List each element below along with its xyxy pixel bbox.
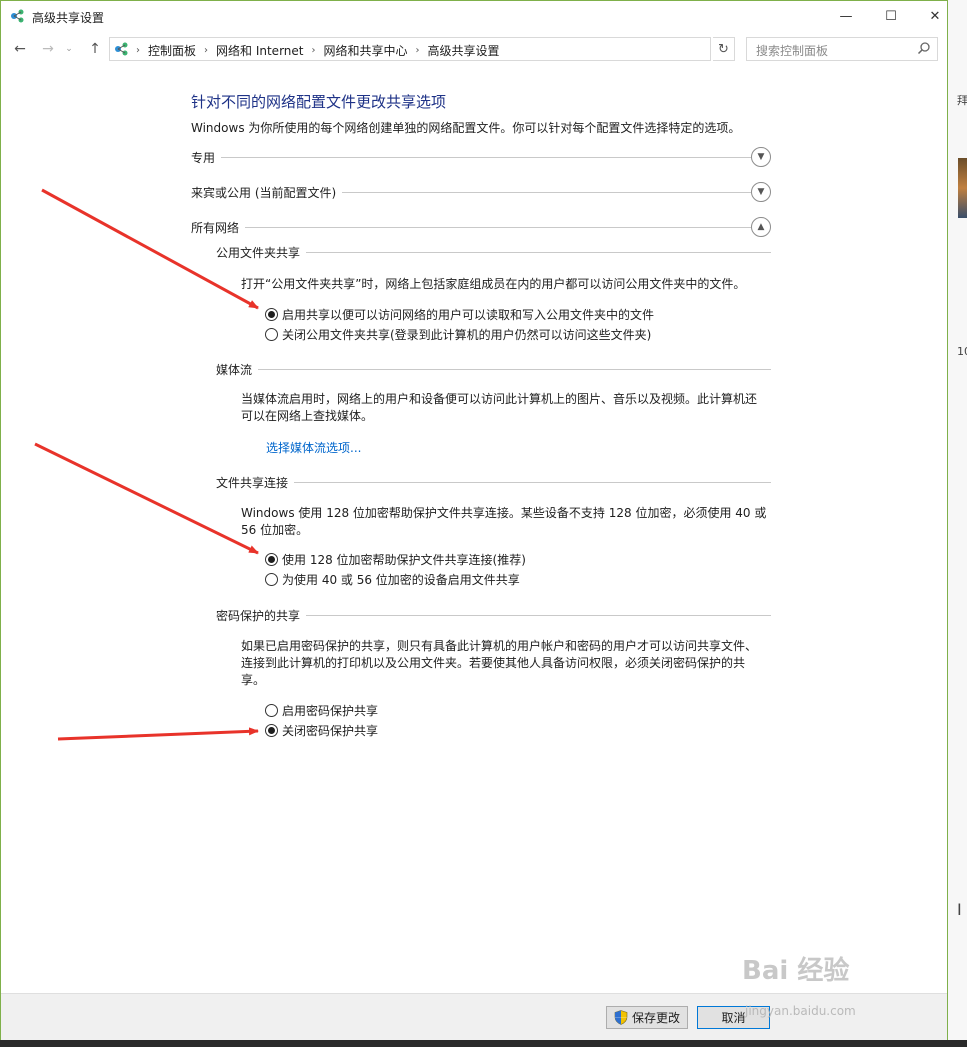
public-folder-title: 公用文件夹共享 (216, 244, 307, 261)
password-section-header: 密码保护的共享 (216, 607, 771, 624)
divider (216, 482, 771, 483)
chevron-right-icon: › (415, 45, 420, 56)
window-title: 高级共享设置 (32, 11, 105, 25)
breadcrumb-network-sharing-center[interactable]: 网络和共享中心 (323, 42, 407, 59)
file-sharing-section-header: 文件共享连接 (216, 474, 771, 491)
media-title: 媒体流 (216, 361, 259, 378)
recent-locations-chevron-icon[interactable]: ⌄ (63, 39, 75, 59)
password-on-label[interactable]: 启用密码保护共享 (282, 702, 378, 719)
file-sharing-title: 文件共享连接 (216, 474, 295, 491)
profile-private-label: 专用 (191, 149, 222, 166)
watermark-url: jingyan.baidu.com (745, 1004, 856, 1018)
password-off-label[interactable]: 关闭密码保护共享 (282, 722, 378, 739)
profile-all-networks-label: 所有网络 (191, 219, 246, 236)
divider (216, 369, 771, 370)
breadcrumb-advanced-sharing[interactable]: 高级共享设置 (428, 42, 500, 59)
file-sharing-description: Windows 使用 128 位加密帮助保护文件共享连接。某些设备不支持 128… (241, 505, 771, 539)
background-thumbnail (958, 158, 967, 218)
profile-guest-row[interactable]: 来宾或公用 (当前配置文件) ▼ (191, 182, 771, 202)
save-changes-button[interactable]: 保存更改 (606, 1006, 688, 1029)
file-sharing-desc-line1: Windows 使用 128 位加密帮助保护文件共享连接。某些设备不支持 128… (241, 506, 767, 520)
main-content: 针对不同的网络配置文件更改共享选项 Windows 为你所使用的每个网络创建单独… (1, 65, 947, 993)
password-title: 密码保护的共享 (216, 607, 307, 624)
password-desc-line1: 如果已启用密码保护的共享，则只有具备此计算机的用户帐户和密码的用户才可以访问共享… (241, 639, 758, 653)
taskbar-edge (0, 1040, 967, 1047)
shield-icon (614, 1010, 628, 1025)
address-bar[interactable]: › 控制面板 › 网络和 Internet › 网络和共享中心 › 高级共享设置… (109, 37, 810, 61)
minimize-button[interactable]: — (823, 1, 869, 31)
background-text: I (957, 900, 962, 919)
chevron-right-icon: › (204, 45, 209, 56)
encryption-128-label[interactable]: 使用 128 位加密帮助保护文件共享连接(推荐) (282, 551, 526, 568)
background-text: 10 (957, 345, 967, 358)
divider (191, 227, 751, 228)
radio-button-selected[interactable] (265, 724, 278, 737)
media-options-link[interactable]: 选择媒体流选项... (266, 439, 361, 456)
up-arrow-icon[interactable]: ↑ (85, 39, 105, 59)
radio-button-selected[interactable] (265, 553, 278, 566)
intro-text: Windows 为你所使用的每个网络创建单独的网络配置文件。你可以针对每个配置文… (191, 121, 741, 135)
radio-button[interactable] (265, 573, 278, 586)
chevron-right-icon: › (311, 45, 316, 56)
network-icon (11, 9, 24, 23)
baidu-watermark: Bai 经验 (742, 956, 850, 986)
public-folder-section-header: 公用文件夹共享 (216, 244, 771, 261)
radio-button[interactable] (265, 328, 278, 341)
navigation-bar: ← → ⌄ ↑ › 控制面板 › 网络和 Internet › 网络和共享中心 … (1, 33, 947, 65)
encryption-128-option[interactable]: 使用 128 位加密帮助保护文件共享连接(推荐) (265, 551, 526, 568)
breadcrumb-control-panel[interactable]: 控制面板 (148, 42, 196, 59)
chevron-down-icon[interactable]: ▼ (751, 182, 771, 202)
breadcrumb-network-internet[interactable]: 网络和 Internet (216, 42, 303, 59)
public-folder-on-option[interactable]: 启用共享以便可以访问网络的用户可以读取和写入公用文件夹中的文件 (265, 306, 654, 323)
media-desc-line1: 当媒体流启用时，网络上的用户和设备便可以访问此计算机上的图片、音乐以及视频。此计… (241, 392, 758, 406)
password-on-option[interactable]: 启用密码保护共享 (265, 702, 378, 719)
profile-all-networks-row[interactable]: 所有网络 ▲ (191, 217, 771, 237)
search-placeholder: 搜索控制面板 (756, 44, 829, 58)
encryption-40-option[interactable]: 为使用 40 或 56 位加密的设备启用文件共享 (265, 571, 520, 588)
search-input[interactable]: 搜索控制面板 (746, 37, 938, 61)
advanced-sharing-window: 高级共享设置 — ☐ ✕ ← → ⌄ ↑ › 控制面板 › 网络和 Intern… (0, 0, 948, 1040)
network-icon (115, 42, 128, 56)
radio-button-selected[interactable] (265, 308, 278, 321)
radio-button[interactable] (265, 704, 278, 717)
forward-arrow-icon[interactable]: → (38, 39, 58, 59)
save-changes-label: 保存更改 (631, 1011, 680, 1025)
maximize-button[interactable]: ☐ (868, 1, 914, 31)
profile-private-row[interactable]: 专用 ▼ (191, 147, 771, 167)
back-arrow-icon[interactable]: ← (10, 39, 30, 59)
password-desc-line3: 享。 (241, 673, 266, 687)
password-off-option[interactable]: 关闭密码保护共享 (265, 722, 378, 739)
password-description: 如果已启用密码保护的共享，则只有具备此计算机的用户帐户和密码的用户才可以访问共享… (241, 638, 771, 689)
media-section-header: 媒体流 (216, 361, 771, 378)
media-description: 当媒体流启用时，网络上的用户和设备便可以访问此计算机上的图片、音乐以及视频。此计… (241, 391, 771, 425)
chevron-right-icon: › (136, 45, 140, 56)
media-desc-line2: 可以在网络上查找媒体。 (241, 409, 374, 423)
background-text: 拜 (957, 94, 967, 107)
file-sharing-desc-line2: 56 位加密。 (241, 523, 309, 537)
title-bar: 高级共享设置 — ☐ ✕ (1, 1, 947, 32)
search-icon[interactable] (917, 41, 931, 55)
password-desc-line2: 连接到此计算机的打印机以及公用文件夹。若要使其他人具备访问权限，必须关闭密码保护… (241, 656, 746, 670)
public-folder-description: 打开“公用文件夹共享”时，网络上包括家庭组成员在内的用户都可以访问公用文件夹中的… (241, 277, 746, 291)
encryption-40-label[interactable]: 为使用 40 或 56 位加密的设备启用文件共享 (282, 571, 520, 588)
refresh-icon[interactable]: ↻ (713, 37, 735, 61)
chevron-down-icon[interactable]: ▼ (751, 147, 771, 167)
divider (191, 157, 751, 158)
profile-guest-label: 来宾或公用 (当前配置文件) (191, 184, 343, 201)
page-title: 针对不同的网络配置文件更改共享选项 (191, 93, 447, 111)
public-folder-on-label[interactable]: 启用共享以便可以访问网络的用户可以读取和写入公用文件夹中的文件 (282, 306, 654, 323)
breadcrumb: › 控制面板 › 网络和 Internet › 网络和共享中心 › 高级共享设置 (136, 42, 500, 59)
chevron-up-icon[interactable]: ▲ (751, 217, 771, 237)
public-folder-off-option[interactable]: 关闭公用文件夹共享(登录到此计算机的用户仍然可以访问这些文件夹) (265, 326, 651, 343)
public-folder-off-label[interactable]: 关闭公用文件夹共享(登录到此计算机的用户仍然可以访问这些文件夹) (282, 326, 651, 343)
